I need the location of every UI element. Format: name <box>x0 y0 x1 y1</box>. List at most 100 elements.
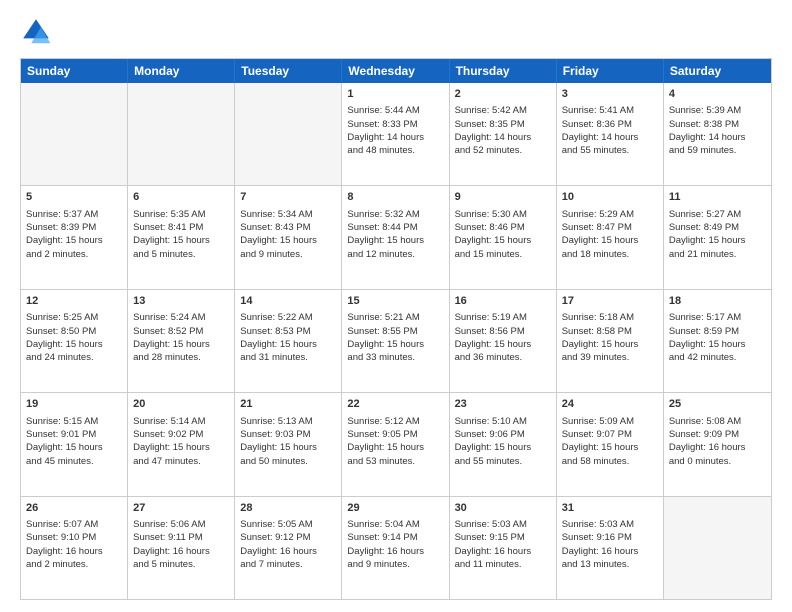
day-number: 30 <box>455 501 551 516</box>
day-number: 25 <box>669 397 766 412</box>
week-row-3: 12 Sunrise: 5:25 AM Sunset: 8:50 PM Dayli… <box>21 289 771 392</box>
day-info: Sunrise: 5:25 AM Sunset: 8:50 PM Dayligh… <box>26 312 103 363</box>
day-info: Sunrise: 5:09 AM Sunset: 9:07 PM Dayligh… <box>562 416 639 467</box>
cal-cell: 21 Sunrise: 5:13 AM Sunset: 9:03 PM Dayli… <box>235 393 342 495</box>
cal-cell: 30Sunrise: 5:03 AM Sunset: 9:15 PM Dayli… <box>450 497 557 599</box>
header-day-sunday: Sunday <box>21 59 128 83</box>
day-info: Sunrise: 5:17 AM Sunset: 8:59 PM Dayligh… <box>669 312 746 363</box>
day-number: 22 <box>347 397 443 412</box>
week-row-5: 26 Sunrise: 5:07 AM Sunset: 9:10 PM Dayli… <box>21 496 771 599</box>
day-number: 26 <box>26 501 122 516</box>
header-day-tuesday: Tuesday <box>235 59 342 83</box>
calendar: SundayMondayTuesdayWednesdayThursdayFrid… <box>20 58 772 600</box>
cal-cell: 9 Sunrise: 5:30 AM Sunset: 8:46 PM Daylig… <box>450 186 557 288</box>
header-day-wednesday: Wednesday <box>342 59 449 83</box>
day-number: 6 <box>133 190 229 205</box>
day-info: Sunrise: 5:18 AM Sunset: 8:58 PM Dayligh… <box>562 312 639 363</box>
day-number: 29 <box>347 501 443 516</box>
day-number: 8 <box>347 190 443 205</box>
day-info: Sunrise: 5:37 AM Sunset: 8:39 PM Dayligh… <box>26 209 103 260</box>
day-number: 14 <box>240 294 336 309</box>
day-info: Sunrise: 5:24 AM Sunset: 8:52 PM Dayligh… <box>133 312 210 363</box>
day-info: Sunrise: 5:14 AM Sunset: 9:02 PM Dayligh… <box>133 416 210 467</box>
day-number: 31 <box>562 501 658 516</box>
cal-cell: 8 Sunrise: 5:32 AM Sunset: 8:44 PM Daylig… <box>342 186 449 288</box>
cal-cell <box>21 83 128 185</box>
cal-cell: 20 Sunrise: 5:14 AM Sunset: 9:02 PM Dayli… <box>128 393 235 495</box>
cal-cell: 10 Sunrise: 5:29 AM Sunset: 8:47 PM Dayli… <box>557 186 664 288</box>
day-info: Sunrise: 5:03 AM Sunset: 9:16 PM Dayligh… <box>562 519 639 570</box>
day-info: Sunrise: 5:44 AM Sunset: 8:33 PM Dayligh… <box>347 105 424 156</box>
cal-cell: 15 Sunrise: 5:21 AM Sunset: 8:55 PM Dayli… <box>342 290 449 392</box>
day-number: 9 <box>455 190 551 205</box>
day-info: Sunrise: 5:42 AM Sunset: 8:35 PM Dayligh… <box>455 105 532 156</box>
day-number: 17 <box>562 294 658 309</box>
day-info: Sunrise: 5:06 AM Sunset: 9:11 PM Dayligh… <box>133 519 210 570</box>
cal-cell: 18Sunrise: 5:17 AM Sunset: 8:59 PM Dayli… <box>664 290 771 392</box>
day-info: Sunrise: 5:30 AM Sunset: 8:46 PM Dayligh… <box>455 209 532 260</box>
calendar-header: SundayMondayTuesdayWednesdayThursdayFrid… <box>21 59 771 83</box>
day-info: Sunrise: 5:19 AM Sunset: 8:56 PM Dayligh… <box>455 312 532 363</box>
cal-cell: 19 Sunrise: 5:15 AM Sunset: 9:01 PM Dayli… <box>21 393 128 495</box>
page: SundayMondayTuesdayWednesdayThursdayFrid… <box>0 0 792 612</box>
day-info: Sunrise: 5:35 AM Sunset: 8:41 PM Dayligh… <box>133 209 210 260</box>
cal-cell: 11Sunrise: 5:27 AM Sunset: 8:49 PM Dayli… <box>664 186 771 288</box>
day-info: Sunrise: 5:07 AM Sunset: 9:10 PM Dayligh… <box>26 519 103 570</box>
cal-cell: 23 Sunrise: 5:10 AM Sunset: 9:06 PM Dayli… <box>450 393 557 495</box>
cal-cell: 31 Sunrise: 5:03 AM Sunset: 9:16 PM Dayli… <box>557 497 664 599</box>
day-info: Sunrise: 5:21 AM Sunset: 8:55 PM Dayligh… <box>347 312 424 363</box>
cal-cell <box>128 83 235 185</box>
day-info: Sunrise: 5:34 AM Sunset: 8:43 PM Dayligh… <box>240 209 317 260</box>
day-number: 21 <box>240 397 336 412</box>
day-info: Sunrise: 5:13 AM Sunset: 9:03 PM Dayligh… <box>240 416 317 467</box>
cal-cell <box>235 83 342 185</box>
day-info: Sunrise: 5:32 AM Sunset: 8:44 PM Dayligh… <box>347 209 424 260</box>
header-day-monday: Monday <box>128 59 235 83</box>
header-day-friday: Friday <box>557 59 664 83</box>
cal-cell: 6 Sunrise: 5:35 AM Sunset: 8:41 PM Daylig… <box>128 186 235 288</box>
day-info: Sunrise: 5:29 AM Sunset: 8:47 PM Dayligh… <box>562 209 639 260</box>
header-day-thursday: Thursday <box>450 59 557 83</box>
day-number: 12 <box>26 294 122 309</box>
cal-cell: 5 Sunrise: 5:37 AM Sunset: 8:39 PM Daylig… <box>21 186 128 288</box>
cal-cell: 13Sunrise: 5:24 AM Sunset: 8:52 PM Dayli… <box>128 290 235 392</box>
day-number: 4 <box>669 87 766 102</box>
cal-cell: 24 Sunrise: 5:09 AM Sunset: 9:07 PM Dayli… <box>557 393 664 495</box>
cal-cell: 7 Sunrise: 5:34 AM Sunset: 8:43 PM Daylig… <box>235 186 342 288</box>
day-number: 7 <box>240 190 336 205</box>
week-row-4: 19 Sunrise: 5:15 AM Sunset: 9:01 PM Dayli… <box>21 392 771 495</box>
cal-cell: 16 Sunrise: 5:19 AM Sunset: 8:56 PM Dayli… <box>450 290 557 392</box>
day-number: 24 <box>562 397 658 412</box>
cal-cell: 14Sunrise: 5:22 AM Sunset: 8:53 PM Dayli… <box>235 290 342 392</box>
header-day-saturday: Saturday <box>664 59 771 83</box>
cal-cell: 28Sunrise: 5:05 AM Sunset: 9:12 PM Dayli… <box>235 497 342 599</box>
day-number: 28 <box>240 501 336 516</box>
day-number: 19 <box>26 397 122 412</box>
cal-cell: 25 Sunrise: 5:08 AM Sunset: 9:09 PM Dayli… <box>664 393 771 495</box>
day-number: 16 <box>455 294 551 309</box>
cal-cell: 4 Sunrise: 5:39 AM Sunset: 8:38 PM Daylig… <box>664 83 771 185</box>
day-info: Sunrise: 5:08 AM Sunset: 9:09 PM Dayligh… <box>669 416 746 467</box>
day-number: 11 <box>669 190 766 205</box>
week-row-1: 1 Sunrise: 5:44 AM Sunset: 8:33 PM Daylig… <box>21 83 771 185</box>
day-info: Sunrise: 5:39 AM Sunset: 8:38 PM Dayligh… <box>669 105 746 156</box>
day-number: 15 <box>347 294 443 309</box>
day-number: 10 <box>562 190 658 205</box>
day-number: 2 <box>455 87 551 102</box>
cal-cell <box>664 497 771 599</box>
day-number: 23 <box>455 397 551 412</box>
week-row-2: 5 Sunrise: 5:37 AM Sunset: 8:39 PM Daylig… <box>21 185 771 288</box>
day-info: Sunrise: 5:04 AM Sunset: 9:14 PM Dayligh… <box>347 519 424 570</box>
cal-cell: 27Sunrise: 5:06 AM Sunset: 9:11 PM Dayli… <box>128 497 235 599</box>
day-number: 20 <box>133 397 229 412</box>
header <box>20 16 772 48</box>
cal-cell: 17 Sunrise: 5:18 AM Sunset: 8:58 PM Dayli… <box>557 290 664 392</box>
day-number: 5 <box>26 190 122 205</box>
day-info: Sunrise: 5:15 AM Sunset: 9:01 PM Dayligh… <box>26 416 103 467</box>
cal-cell: 3Sunrise: 5:41 AM Sunset: 8:36 PM Daylig… <box>557 83 664 185</box>
cal-cell: 12 Sunrise: 5:25 AM Sunset: 8:50 PM Dayli… <box>21 290 128 392</box>
logo-icon <box>20 16 52 48</box>
calendar-body: 1 Sunrise: 5:44 AM Sunset: 8:33 PM Daylig… <box>21 83 771 599</box>
day-number: 1 <box>347 87 443 102</box>
day-info: Sunrise: 5:10 AM Sunset: 9:06 PM Dayligh… <box>455 416 532 467</box>
